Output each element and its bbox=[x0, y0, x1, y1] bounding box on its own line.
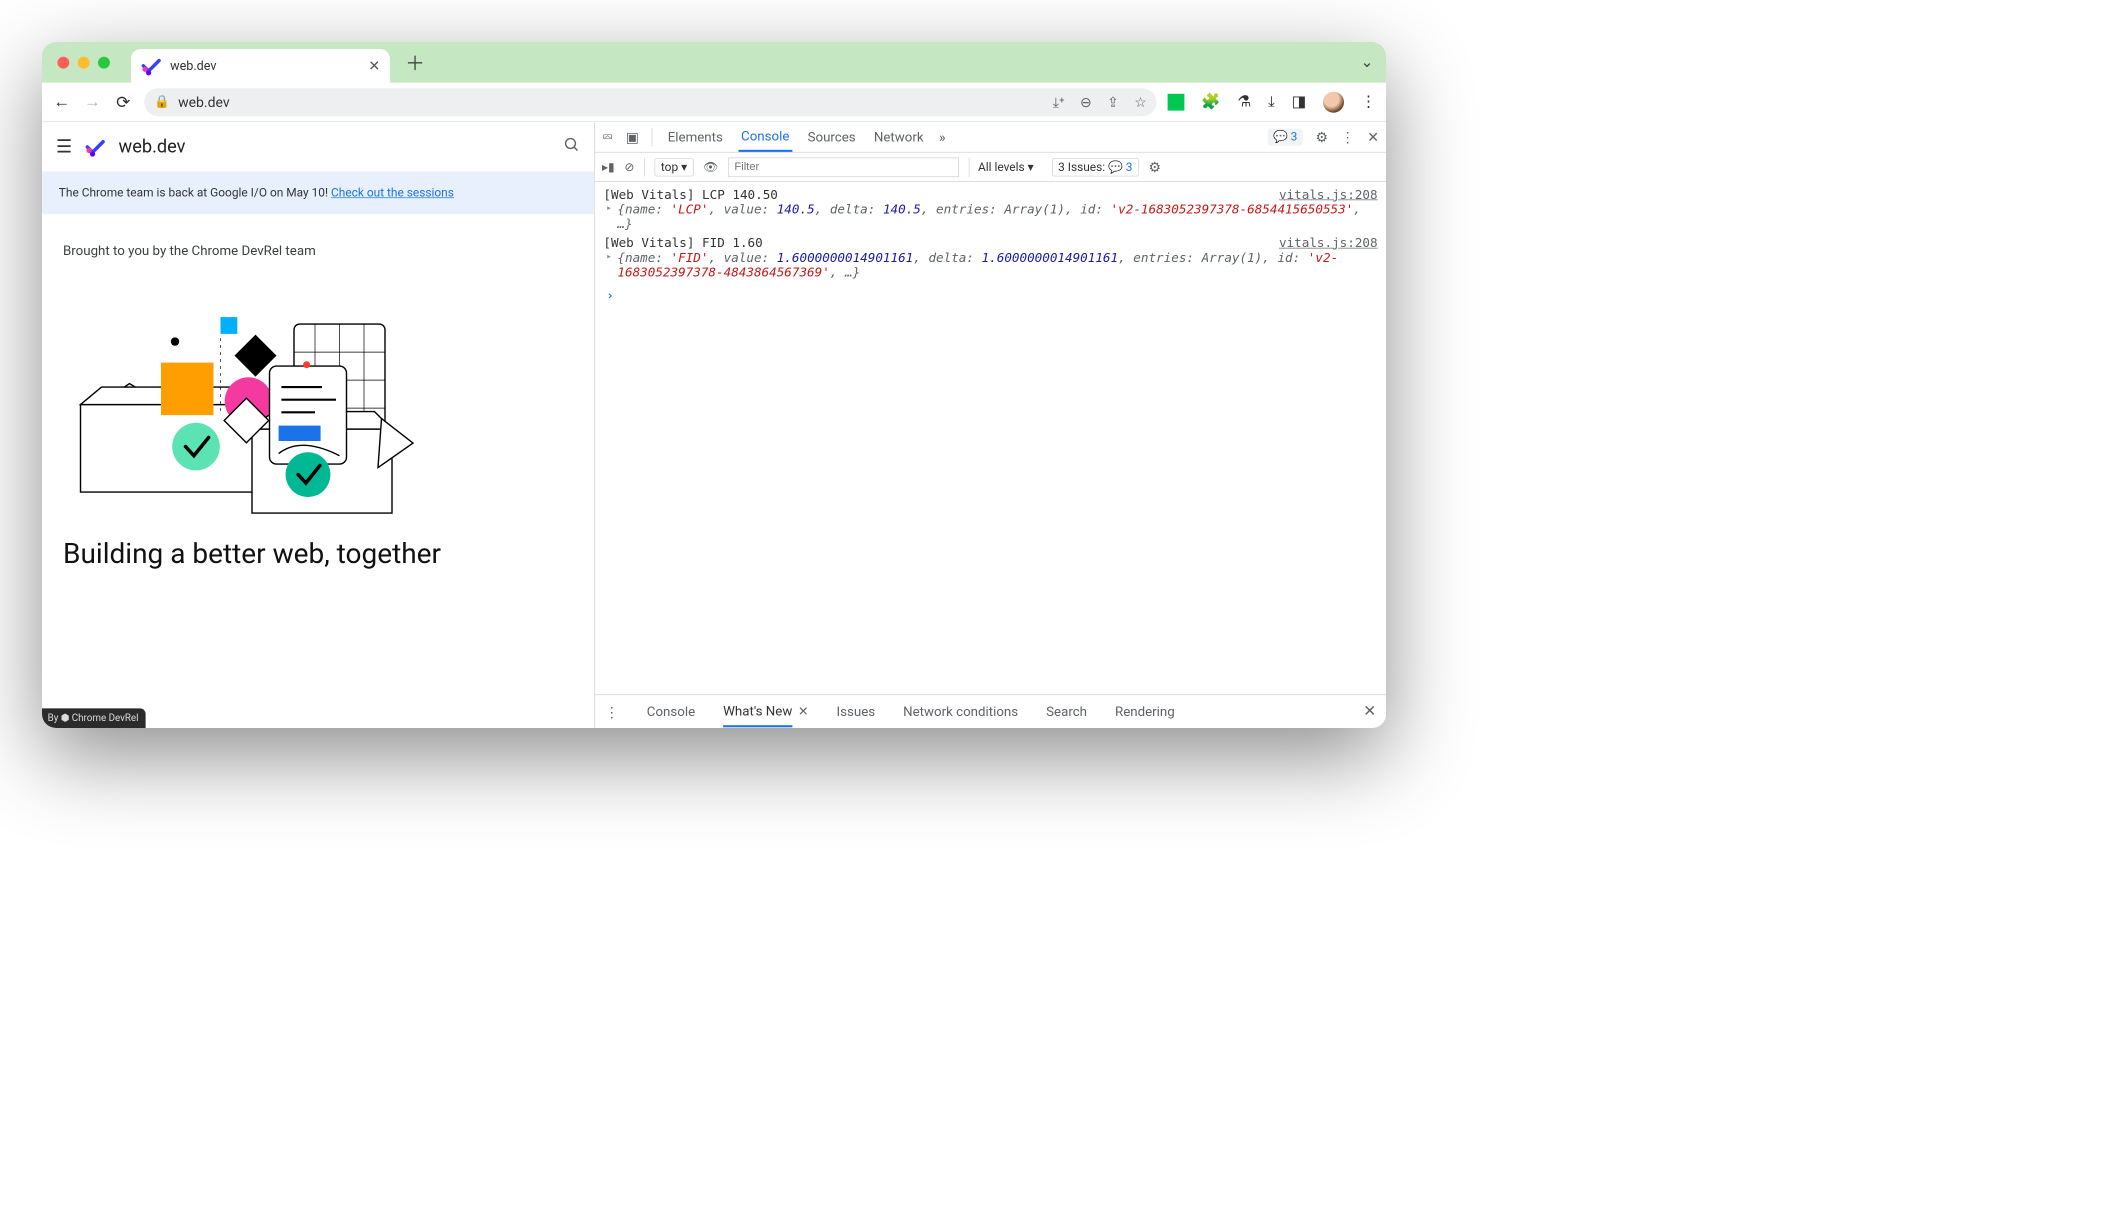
devtools-menu-icon[interactable]: ⋮ bbox=[1341, 128, 1355, 145]
forward-button[interactable]: → bbox=[83, 92, 103, 112]
device-toolbar-icon[interactable]: ▣ bbox=[626, 128, 639, 145]
log-source-link[interactable]: vitals.js:208 bbox=[1279, 188, 1378, 203]
console-toolbar: ▸▮ ⊘ top ▾ 👁 All levels ▾ 3 Issues: 💬 3 … bbox=[595, 153, 1386, 182]
kicker-text: Brought to you by the Chrome DevRel team bbox=[63, 242, 573, 258]
bookmark-icon[interactable]: ☆ bbox=[1134, 93, 1147, 110]
console-prompt[interactable]: › bbox=[603, 284, 1377, 303]
drawer-tab-whatsnew[interactable]: What's New bbox=[723, 696, 792, 727]
log-message: [Web Vitals] FID 1.60 bbox=[603, 236, 1377, 251]
console-filter-input[interactable] bbox=[728, 157, 959, 177]
log-object[interactable]: {name: 'FID', value: 1.6000000014901161,… bbox=[603, 251, 1377, 280]
url-text: web.dev bbox=[178, 93, 230, 110]
console-output[interactable]: vitals.js:208 [Web Vitals] LCP 140.50 {n… bbox=[595, 182, 1386, 694]
webdev-logo-icon bbox=[85, 136, 106, 157]
banner-link[interactable]: Check out the sessions bbox=[331, 186, 454, 200]
devtools-panel: ⮹ ▣ Elements Console Sources Network » 💬… bbox=[595, 122, 1386, 728]
log-level-selector[interactable]: All levels ▾ bbox=[969, 157, 1042, 177]
page-content: ☰ web.dev The Chrome team is back at Goo… bbox=[42, 122, 595, 728]
log-object[interactable]: {name: 'LCP', value: 140.5, delta: 140.5… bbox=[603, 202, 1377, 231]
context-selector[interactable]: top ▾ bbox=[655, 158, 694, 176]
banner-text: The Chrome team is back at Google I/O on… bbox=[59, 186, 331, 200]
install-icon[interactable]: ⤓⁺ bbox=[1053, 93, 1065, 110]
inspect-element-icon[interactable]: ⮹ bbox=[602, 128, 613, 145]
issues-button[interactable]: 3 Issues: 💬 3 bbox=[1052, 158, 1139, 176]
tab-title: web.dev bbox=[170, 58, 216, 73]
log-entry: vitals.js:208 [Web Vitals] FID 1.60 {nam… bbox=[603, 236, 1377, 280]
profile-avatar[interactable] bbox=[1323, 91, 1344, 112]
tab-elements[interactable]: Elements bbox=[665, 123, 726, 150]
log-entry: vitals.js:208 [Web Vitals] LCP 140.50 {n… bbox=[603, 188, 1377, 232]
tab-sources[interactable]: Sources bbox=[805, 123, 859, 150]
window-controls bbox=[57, 56, 110, 68]
new-tab-button[interactable]: ＋ bbox=[405, 48, 425, 76]
browser-toolbar: ← → ⟳ 🔒 web.dev ⤓⁺ ⊖ ⇪ ☆ 🧩 ⚗ ⤓ ◨ ⋮ bbox=[42, 83, 1386, 122]
zoom-icon[interactable]: ⊖ bbox=[1080, 93, 1092, 110]
live-expression-icon[interactable]: 👁 bbox=[703, 160, 718, 174]
attribution-badge: By ⬢ Chrome DevRel bbox=[42, 708, 146, 728]
side-panel-icon[interactable]: ◨ bbox=[1292, 93, 1307, 111]
address-bar[interactable]: 🔒 web.dev ⤓⁺ ⊖ ⇪ ☆ bbox=[144, 88, 1156, 116]
announcement-banner: The Chrome team is back at Google I/O on… bbox=[42, 172, 594, 214]
browser-tab[interactable]: web.dev ✕ bbox=[131, 49, 390, 83]
chrome-menu-button[interactable]: ⋮ bbox=[1361, 93, 1376, 111]
site-header: ☰ web.dev bbox=[42, 122, 594, 172]
tab-overflow-icon[interactable]: » bbox=[939, 128, 946, 145]
devtools-drawer: ⋮ Console What's New ✕ Issues Network co… bbox=[595, 694, 1386, 728]
webdev-logo-icon bbox=[141, 55, 162, 76]
drawer-tab-issues[interactable]: Issues bbox=[837, 697, 876, 726]
site-search-icon[interactable] bbox=[564, 136, 581, 157]
hero-illustration bbox=[63, 282, 441, 527]
tab-close-button[interactable]: ✕ bbox=[368, 57, 380, 74]
drawer-tab-rendering[interactable]: Rendering bbox=[1115, 697, 1175, 726]
extension-icons: 🧩 ⚗ ⤓ ◨ ⋮ bbox=[1168, 91, 1376, 112]
drawer-tab-console[interactable]: Console bbox=[647, 697, 695, 726]
devtools-close-icon[interactable]: ✕ bbox=[1367, 128, 1379, 145]
messages-count-badge[interactable]: 💬 3 bbox=[1267, 128, 1303, 145]
extensions-puzzle-icon[interactable]: 🧩 bbox=[1201, 93, 1220, 111]
lock-icon: 🔒 bbox=[154, 95, 170, 110]
console-settings-icon[interactable]: ⚙ bbox=[1149, 159, 1162, 176]
log-source-link[interactable]: vitals.js:208 bbox=[1279, 236, 1378, 251]
tab-console[interactable]: Console bbox=[738, 122, 792, 151]
drawer-menu-icon[interactable]: ⋮ bbox=[605, 703, 619, 720]
drawer-tab-close-icon[interactable]: ✕ bbox=[798, 704, 809, 719]
clear-console-icon[interactable]: ⊘ bbox=[624, 160, 634, 174]
window-minimize-button[interactable] bbox=[78, 56, 90, 68]
window-close-button[interactable] bbox=[57, 56, 69, 68]
drawer-tab-search[interactable]: Search bbox=[1046, 697, 1087, 726]
drawer-tab-network-conditions[interactable]: Network conditions bbox=[903, 697, 1018, 726]
devtools-settings-icon[interactable]: ⚙ bbox=[1316, 128, 1329, 145]
console-sidebar-toggle-icon[interactable]: ▸▮ bbox=[602, 160, 615, 174]
tab-strip: web.dev ✕ ＋ ⌄ bbox=[42, 42, 1386, 83]
tab-network[interactable]: Network bbox=[871, 123, 926, 150]
labs-flask-icon[interactable]: ⚗ bbox=[1237, 93, 1251, 111]
log-message: [Web Vitals] LCP 140.50 bbox=[603, 188, 1377, 203]
drawer-close-icon[interactable]: ✕ bbox=[1363, 703, 1376, 721]
share-icon[interactable]: ⇪ bbox=[1107, 93, 1119, 110]
site-brand[interactable]: web.dev bbox=[119, 136, 186, 157]
reload-button[interactable]: ⟳ bbox=[113, 92, 133, 112]
extension-green-icon[interactable] bbox=[1168, 93, 1185, 110]
downloads-icon[interactable]: ⤓ bbox=[1268, 93, 1275, 111]
back-button[interactable]: ← bbox=[52, 92, 72, 112]
window-maximize-button[interactable] bbox=[98, 56, 110, 68]
browser-window: web.dev ✕ ＋ ⌄ ← → ⟳ 🔒 web.dev ⤓⁺ ⊖ ⇪ ☆ 🧩… bbox=[42, 42, 1386, 728]
tab-overflow-button[interactable]: ⌄ bbox=[1360, 54, 1373, 71]
devtools-tabbar: ⮹ ▣ Elements Console Sources Network » 💬… bbox=[595, 122, 1386, 153]
page-headline: Building a better web, together bbox=[63, 537, 573, 570]
hamburger-menu-icon[interactable]: ☰ bbox=[56, 136, 72, 157]
